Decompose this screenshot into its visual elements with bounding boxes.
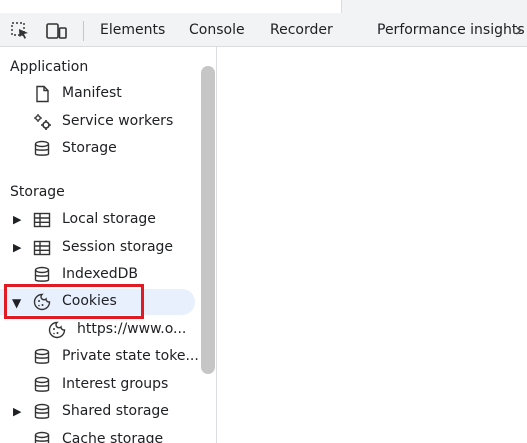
sidebar-item-label: Interest groups bbox=[62, 376, 169, 392]
sidebar-item-label: Session storage bbox=[62, 239, 174, 255]
gears-icon bbox=[33, 113, 51, 131]
sidebar-scrollbar[interactable] bbox=[201, 66, 215, 374]
sidebar-item-label: IndexedDB bbox=[62, 266, 138, 282]
sidebar-item-session-storage[interactable]: ▶ Session storage bbox=[0, 235, 200, 261]
document-icon bbox=[33, 85, 51, 103]
top-strip-segment bbox=[341, 0, 527, 13]
tab-performance-insights[interactable]: Performance insights bbox=[377, 22, 525, 38]
toolbar-separator bbox=[83, 21, 84, 41]
sidebar-item-manifest[interactable]: Manifest bbox=[0, 81, 200, 107]
sidebar-item-service-workers[interactable]: Service workers bbox=[0, 109, 200, 135]
cookies-highlight-annotation bbox=[4, 284, 144, 319]
sidebar-item-private-state-tokens[interactable]: Private state toke... bbox=[0, 344, 200, 370]
tab-elements[interactable]: Elements bbox=[100, 22, 165, 38]
sidebar-item-shared-storage[interactable]: ▶ Shared storage bbox=[0, 399, 200, 425]
expand-arrow-icon[interactable]: ▶ bbox=[13, 241, 21, 254]
sidebar-item-label: Local storage bbox=[62, 211, 156, 227]
section-header-storage: Storage bbox=[10, 184, 65, 200]
sidebar-item-label: Storage bbox=[62, 140, 117, 156]
device-toolbar-icon[interactable] bbox=[46, 22, 67, 40]
devtools-toolbar: Elements Console Recorder Performance in… bbox=[0, 13, 527, 47]
main-panel bbox=[218, 47, 527, 443]
sidebar-item-local-storage[interactable]: ▶ Local storage bbox=[0, 207, 200, 233]
cookie-icon bbox=[48, 321, 66, 339]
sidebar-item-cookie-origin[interactable]: https://www.o... bbox=[0, 317, 200, 343]
expand-arrow-icon[interactable]: ▶ bbox=[13, 405, 21, 418]
table-icon bbox=[33, 211, 51, 229]
more-tabs-chevron-icon[interactable]: › bbox=[515, 20, 522, 41]
sidebar-item-label: Cache storage bbox=[62, 431, 164, 443]
database-icon bbox=[33, 431, 51, 443]
database-icon bbox=[33, 140, 51, 158]
sidebar-item-storage[interactable]: Storage bbox=[0, 136, 200, 162]
sidebar-item-cache-storage[interactable]: Cache storage bbox=[0, 427, 200, 443]
section-header-application: Application bbox=[10, 59, 89, 75]
tab-console[interactable]: Console bbox=[189, 22, 245, 38]
database-icon bbox=[33, 403, 51, 421]
window-top-strip bbox=[0, 0, 527, 13]
table-icon bbox=[33, 239, 51, 257]
tab-recorder[interactable]: Recorder bbox=[270, 22, 333, 38]
database-icon bbox=[33, 348, 51, 366]
application-sidebar: Application Manifest Service workers Sto… bbox=[0, 47, 217, 443]
sidebar-item-label: Service workers bbox=[62, 113, 174, 129]
inspect-element-icon[interactable] bbox=[11, 22, 31, 40]
sidebar-item-label: Manifest bbox=[62, 85, 122, 101]
sidebar-item-interest-groups[interactable]: Interest groups bbox=[0, 372, 200, 398]
database-icon bbox=[33, 376, 51, 394]
sidebar-item-label: https://www.o... bbox=[77, 321, 187, 337]
expand-arrow-icon[interactable]: ▶ bbox=[13, 213, 21, 226]
sidebar-item-label: Private state toke... bbox=[62, 348, 199, 364]
sidebar-item-label: Shared storage bbox=[62, 403, 169, 419]
database-icon bbox=[33, 266, 51, 284]
